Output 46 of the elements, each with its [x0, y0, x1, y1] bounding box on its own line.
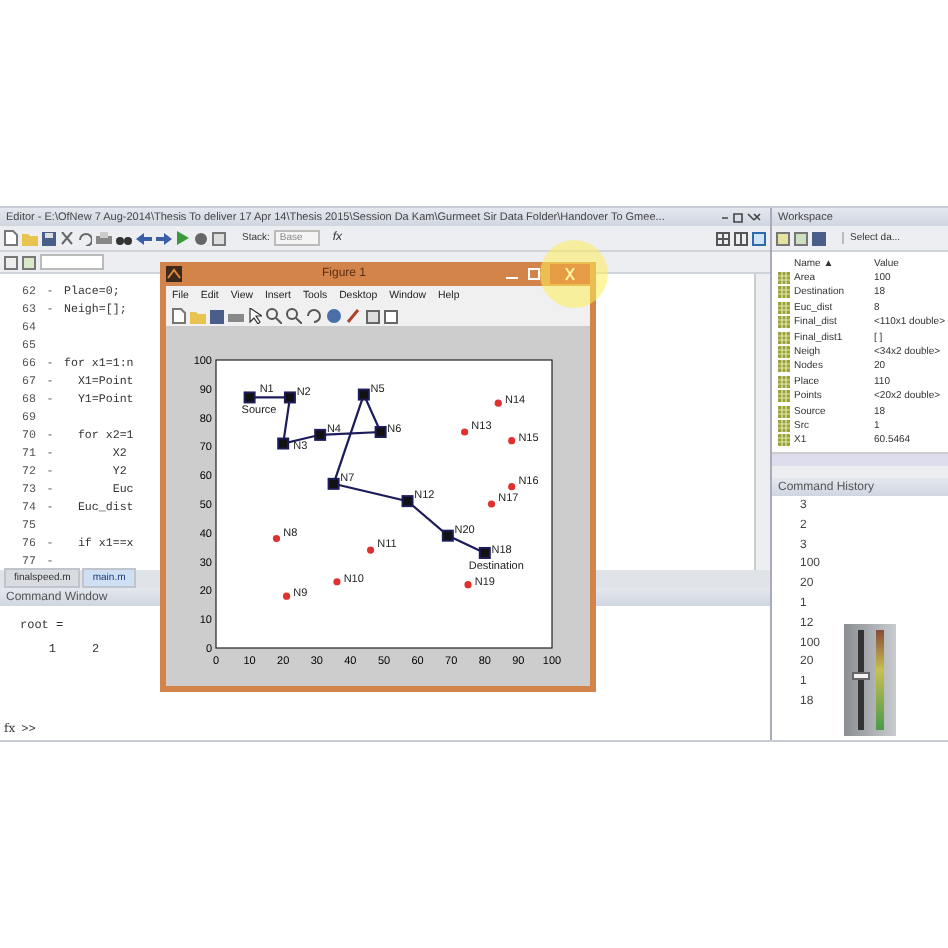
volume-slider[interactable]: [858, 630, 864, 730]
route-node: [277, 437, 290, 450]
left-arrow-icon[interactable]: [136, 231, 152, 245]
node-point: [508, 483, 516, 491]
zoom-out-icon[interactable]: [286, 308, 302, 324]
document-icon[interactable]: [172, 308, 186, 324]
node-point: [487, 500, 496, 508]
document-icon[interactable]: [4, 230, 18, 246]
node-point: [508, 437, 516, 445]
window-controls-icon[interactable]: [720, 211, 764, 223]
slider-thumb[interactable]: [852, 671, 870, 679]
node-point: [282, 592, 291, 600]
node-point: [494, 399, 502, 407]
node-point: [333, 578, 341, 586]
route-node: [243, 391, 256, 404]
horizontal-scrollbar[interactable]: [772, 452, 948, 467]
zoom-in-icon[interactable]: [266, 308, 282, 324]
value-field[interactable]: [40, 254, 104, 270]
split-layout-icon[interactable]: [734, 231, 748, 245]
route-node: [327, 477, 340, 490]
route-node: [374, 426, 387, 438]
binoculars-icon[interactable]: [116, 231, 132, 245]
route-node: [401, 495, 414, 508]
right-arrow-icon[interactable]: [156, 231, 172, 245]
editor-scrollbar[interactable]: [754, 274, 770, 570]
rotate-icon[interactable]: [306, 308, 322, 324]
breakpoint-icon[interactable]: [194, 231, 208, 245]
pointer-icon[interactable]: [248, 308, 262, 324]
route-node: [478, 546, 491, 559]
tile-layout-icon[interactable]: [716, 231, 730, 245]
single-layout-icon[interactable]: [752, 231, 766, 245]
cursor-highlight: [540, 240, 608, 308]
scissors-icon[interactable]: [60, 231, 74, 245]
level-meter: [876, 630, 884, 730]
route-node: [357, 388, 370, 401]
undo-icon[interactable]: [78, 231, 92, 245]
route-node: [441, 529, 454, 542]
route-node: [314, 428, 327, 441]
node-point: [272, 534, 281, 543]
node-point: [464, 581, 472, 589]
node-point: [461, 428, 469, 436]
maximize-icon[interactable]: [528, 268, 540, 280]
route-node: [283, 391, 296, 404]
run-icon[interactable]: [176, 230, 190, 246]
node-point: [366, 546, 375, 554]
figure-icon: [166, 266, 182, 282]
